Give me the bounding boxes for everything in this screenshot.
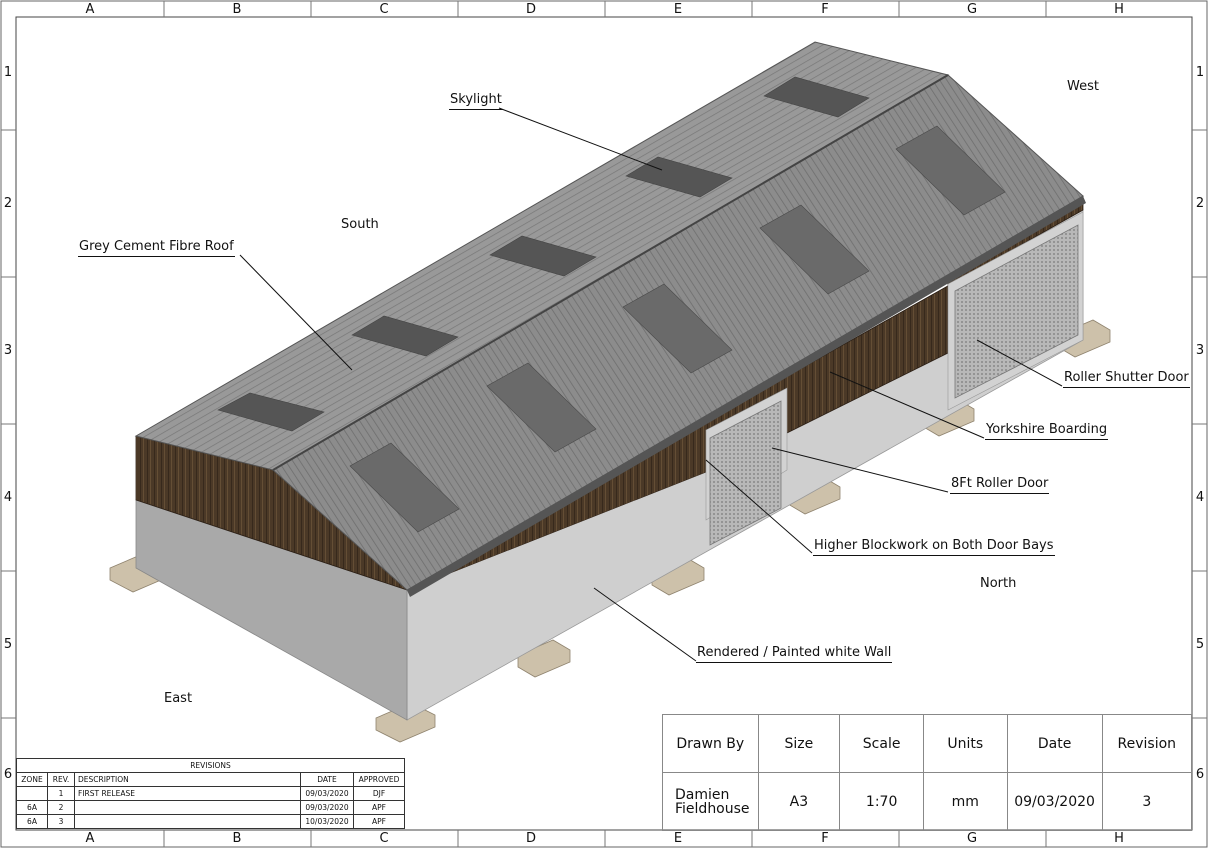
revision-description	[74, 800, 301, 815]
zone-col-label: C	[379, 831, 389, 846]
table-row: 6A 2 09/03/2020 APF	[16, 800, 405, 815]
zone-col-label: G	[966, 831, 978, 846]
title-value-drawn-by: Damien Fieldhouse	[662, 772, 759, 831]
revision-zone: 6A	[16, 814, 48, 829]
title-header-size: Size	[757, 714, 841, 773]
revisions-header-cell: APPROVED	[353, 772, 405, 787]
revision-description: FIRST RELEASE	[74, 786, 301, 801]
title-header-date: Date	[1006, 714, 1103, 773]
zone-row-label: 1	[1195, 65, 1205, 80]
revisions-header-cell: REV.	[47, 772, 75, 787]
callout-higher-blockwork: Higher Blockwork on Both Door Bays	[813, 538, 1055, 556]
callout-8ft-roller-door: 8Ft Roller Door	[950, 476, 1050, 494]
zone-col-label: D	[525, 2, 536, 17]
zone-col-label: A	[85, 2, 95, 17]
title-header-scale: Scale	[839, 714, 925, 773]
zone-row-label: 2	[3, 196, 13, 211]
callout-yorkshire-boarding: Yorkshire Boarding	[985, 422, 1109, 440]
revisions-header-cell: DATE	[300, 772, 354, 787]
revisions-header-cell: ZONE	[16, 772, 48, 787]
title-value-units: mm	[923, 772, 1008, 831]
title-value-size: A3	[757, 772, 841, 831]
compass-east: East	[164, 691, 193, 706]
zone-col-label: F	[821, 831, 829, 846]
revision-approved: DJF	[353, 786, 405, 801]
zone-col-label: H	[1114, 831, 1124, 846]
zone-row-label: 5	[1195, 637, 1205, 652]
title-value-scale: 1:70	[839, 772, 925, 831]
revision-zone: 6A	[16, 800, 48, 815]
zone-col-label: H	[1114, 2, 1124, 17]
compass-south: South	[341, 217, 379, 232]
zone-row-label: 6	[1195, 767, 1205, 782]
revision-number: 1	[47, 786, 75, 801]
zone-row-label: 4	[3, 490, 13, 505]
revision-approved: APF	[353, 800, 405, 815]
revisions-header-row: ZONE REV. DESCRIPTION DATE APPROVED	[16, 772, 405, 787]
revision-date: 09/03/2020	[300, 786, 354, 801]
revision-date: 10/03/2020	[300, 814, 354, 829]
revisions-table: REVISIONS ZONE REV. DESCRIPTION DATE APP…	[16, 758, 405, 829]
compass-north: North	[980, 576, 1017, 591]
revision-description	[74, 814, 301, 829]
zone-row-label: 5	[3, 637, 13, 652]
title-header-units: Units	[923, 714, 1008, 773]
callout-skylight: Skylight	[449, 92, 503, 110]
revisions-title-row: REVISIONS	[16, 758, 405, 773]
zone-col-label: B	[232, 2, 242, 17]
revisions-header-cell: DESCRIPTION	[74, 772, 301, 787]
callout-rendered-wall: Rendered / Painted white Wall	[696, 645, 893, 663]
zone-col-label: G	[966, 2, 978, 17]
revision-number: 2	[47, 800, 75, 815]
revision-date: 09/03/2020	[300, 800, 354, 815]
revisions-title: REVISIONS	[16, 758, 405, 773]
table-row: 1 FIRST RELEASE 09/03/2020 DJF	[16, 786, 405, 801]
zone-row-label: 2	[1195, 196, 1205, 211]
callout-roller-shutter-door: Roller Shutter Door	[1063, 370, 1190, 388]
zone-col-label: C	[379, 2, 389, 17]
revision-zone	[16, 786, 48, 801]
compass-west: West	[1067, 79, 1099, 94]
zone-col-label: E	[673, 831, 683, 846]
title-block-value-row: Damien Fieldhouse A3 1:70 mm 09/03/2020 …	[662, 772, 1193, 831]
title-header-drawn-by: Drawn By	[662, 714, 759, 773]
zone-col-label: D	[525, 831, 536, 846]
revision-approved: APF	[353, 814, 405, 829]
table-row: 6A 3 10/03/2020 APF	[16, 814, 405, 829]
title-block-header-row: Drawn By Size Scale Units Date Revision	[662, 714, 1193, 773]
title-block: Drawn By Size Scale Units Date Revision …	[662, 714, 1193, 831]
zone-row-label: 3	[1195, 343, 1205, 358]
zone-col-label: F	[821, 2, 829, 17]
callout-roof: Grey Cement Fibre Roof	[78, 239, 235, 257]
zone-col-label: B	[232, 831, 242, 846]
title-header-revision: Revision	[1101, 714, 1193, 773]
zone-row-label: 3	[3, 343, 13, 358]
zone-col-label: A	[85, 831, 95, 846]
revision-number: 3	[47, 814, 75, 829]
title-value-revision: 3	[1101, 772, 1193, 831]
title-value-date: 09/03/2020	[1006, 772, 1103, 831]
zone-row-label: 4	[1195, 490, 1205, 505]
zone-col-label: E	[673, 2, 683, 17]
zone-row-label: 1	[3, 65, 13, 80]
